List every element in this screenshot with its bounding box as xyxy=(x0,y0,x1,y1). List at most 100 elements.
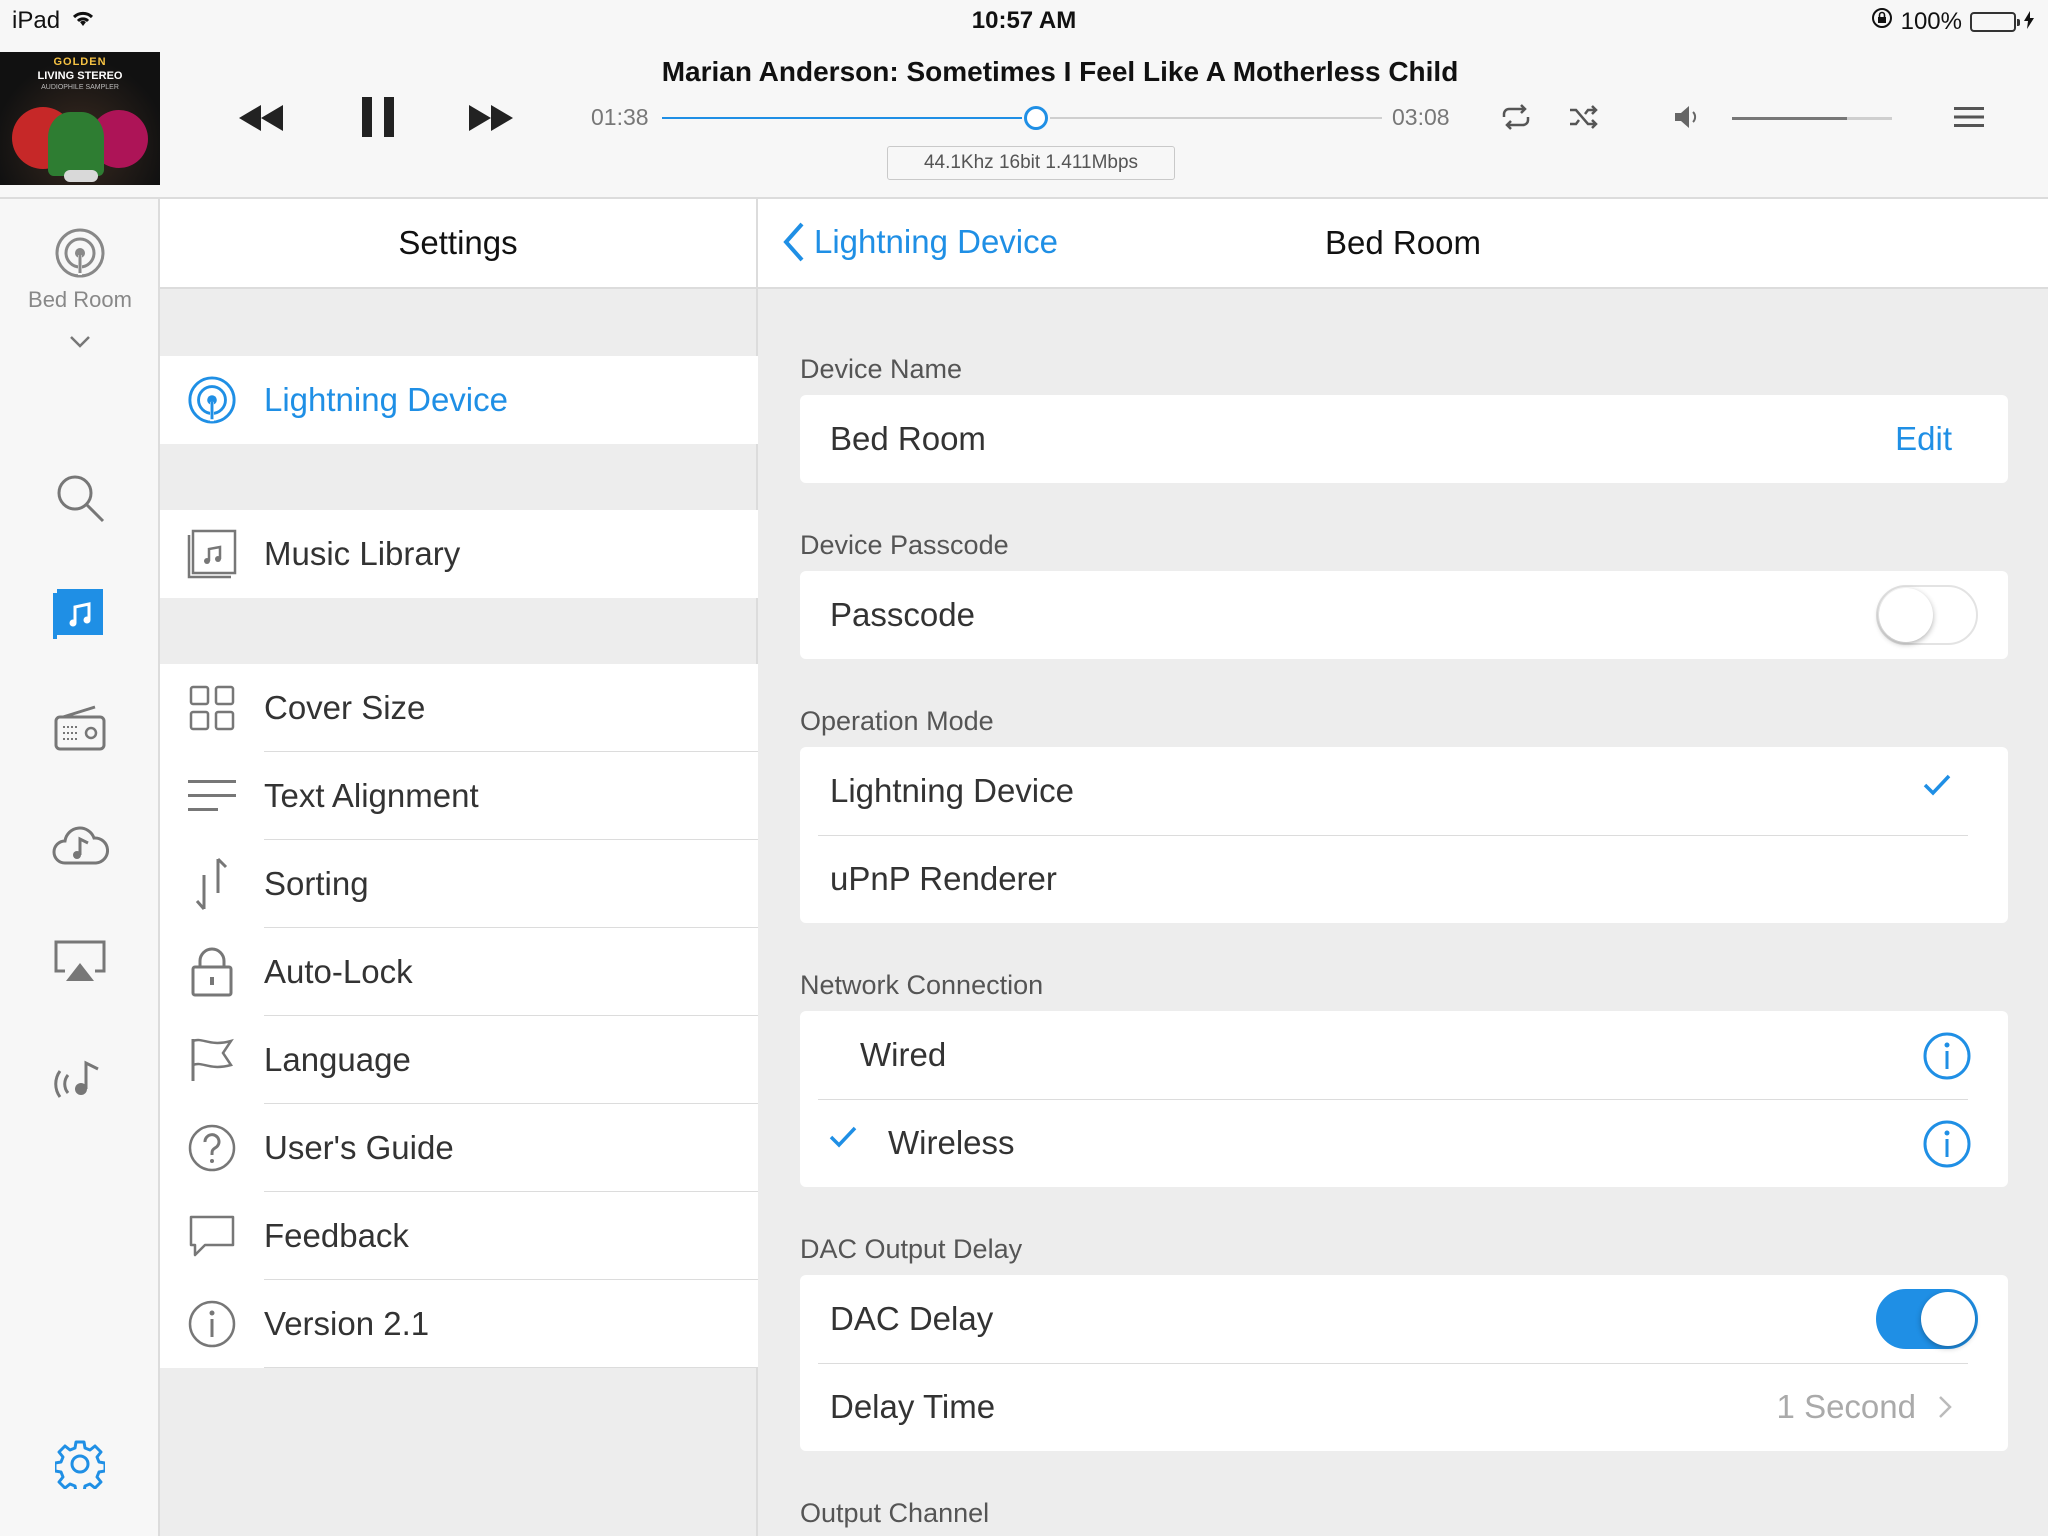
nav-settings[interactable] xyxy=(0,1439,160,1489)
settings-item-lightning-device[interactable]: Lightning Device xyxy=(160,356,758,444)
navigation-rail: Bed Room xyxy=(0,199,160,1536)
volume-button[interactable] xyxy=(1672,100,1702,134)
cloud-music-icon xyxy=(52,826,109,865)
settings-item-label: Music Library xyxy=(264,535,461,572)
settings-item-label: Version 2.1 xyxy=(264,1280,758,1368)
pause-icon xyxy=(362,97,394,137)
mode-option-label: uPnP Renderer xyxy=(830,860,1057,897)
network-card: Wired Wireless xyxy=(800,1011,2008,1187)
nav-search[interactable] xyxy=(0,471,160,525)
text-align-icon xyxy=(188,780,236,811)
shuffle-icon xyxy=(1570,105,1598,129)
section-output-channel: Output Channel xyxy=(800,1498,990,1528)
seek-handle[interactable] xyxy=(1024,106,1049,130)
album-cover-line3: AUDIOPHILE SAMPLER xyxy=(41,84,119,91)
nav-radio[interactable] xyxy=(0,705,160,753)
volume-slider[interactable] xyxy=(1732,117,1892,120)
info-icon[interactable] xyxy=(1922,1119,1972,1169)
duration-time: 03:08 xyxy=(1392,104,1450,130)
settings-item-sorting[interactable]: Sorting xyxy=(160,840,758,928)
album-cover[interactable]: GOLDEN LIVING STEREO AUDIOPHILE SAMPLER xyxy=(0,52,160,185)
settings-item-label: Lightning Device xyxy=(264,381,508,418)
settings-item-label: Text Alignment xyxy=(264,752,758,840)
section-network-connection: Network Connection xyxy=(800,970,1044,1000)
audio-quality-badge: 44.1Khz 16bit 1.411Mbps xyxy=(887,146,1175,180)
mode-option-lightning-device[interactable]: Lightning Device xyxy=(800,747,2008,835)
rewind-button[interactable] xyxy=(236,98,286,138)
back-button[interactable]: Lightning Device xyxy=(782,221,1058,263)
album-cover-line2: LIVING STEREO xyxy=(37,70,123,82)
stream-music-icon xyxy=(54,1060,99,1098)
room-dropdown-chevron[interactable] xyxy=(0,335,160,349)
passcode-toggle[interactable] xyxy=(1876,585,1978,645)
settings-item-label: Feedback xyxy=(264,1192,758,1280)
menu-button[interactable] xyxy=(1952,102,1986,132)
chat-bubble-icon xyxy=(189,1215,235,1257)
search-icon xyxy=(57,475,105,523)
battery-percent: 100% xyxy=(1900,7,1962,35)
info-icon[interactable] xyxy=(1922,1031,1972,1081)
chevron-right-icon xyxy=(1939,1396,1952,1418)
device-detail-panel: Bed Room Lightning Device Device Name Be… xyxy=(758,199,2048,1536)
music-library-icon xyxy=(187,529,237,579)
settings-item-users-guide[interactable]: User's Guide xyxy=(160,1104,758,1192)
album-cover-line1: GOLDEN xyxy=(53,56,107,68)
settings-item-label: Cover Size xyxy=(264,664,758,752)
passcode-label: Passcode xyxy=(830,596,975,633)
radio-icon xyxy=(54,705,106,751)
settings-item-music-library[interactable]: Music Library xyxy=(160,510,758,598)
edit-button[interactable]: Edit xyxy=(1895,420,1952,458)
room-label[interactable]: Bed Room xyxy=(0,287,160,313)
broadcast-icon xyxy=(188,376,236,424)
battery-icon xyxy=(1970,11,2020,32)
dac-delay-label: DAC Delay xyxy=(830,1300,994,1337)
delay-time-label: Delay Time xyxy=(830,1388,996,1425)
section-device-name: Device Name xyxy=(800,354,963,384)
device-name-value: Bed Room xyxy=(830,420,986,457)
sort-icon xyxy=(195,857,228,910)
settings-item-text-alignment[interactable]: Text Alignment xyxy=(160,752,758,840)
repeat-button[interactable] xyxy=(1498,100,1534,134)
room-selector[interactable] xyxy=(0,227,160,279)
gear-icon xyxy=(55,1440,105,1489)
nav-streaming[interactable] xyxy=(0,1055,160,1101)
info-icon xyxy=(188,1300,236,1348)
seek-slider[interactable] xyxy=(662,106,1382,130)
device-name-card: Bed Room Edit xyxy=(800,395,2008,483)
elapsed-time: 01:38 xyxy=(591,104,649,130)
nav-cloud-music[interactable] xyxy=(0,823,160,869)
clock: 10:57 AM xyxy=(971,7,1077,34)
section-device-passcode: Device Passcode xyxy=(800,530,1009,560)
track-title: Marian Anderson: Sometimes I Feel Like A… xyxy=(661,56,1459,87)
grid-icon xyxy=(189,685,235,731)
nav-airplay[interactable] xyxy=(0,939,160,983)
settings-item-cover-size[interactable]: Cover Size xyxy=(160,664,758,752)
section-operation-mode: Operation Mode xyxy=(800,706,994,736)
settings-item-auto-lock[interactable]: Auto-Lock xyxy=(160,928,758,1016)
nav-music-library[interactable] xyxy=(0,587,160,641)
dac-delay-toggle[interactable] xyxy=(1876,1289,1978,1349)
music-library-icon xyxy=(53,589,103,639)
settings-item-feedback[interactable]: Feedback xyxy=(160,1192,758,1280)
network-option-wireless[interactable]: Wireless xyxy=(800,1099,2008,1187)
settings-title: Settings xyxy=(160,199,756,289)
mode-option-upnp-renderer[interactable]: uPnP Renderer xyxy=(800,835,2008,923)
pause-button[interactable] xyxy=(358,94,398,140)
fast-forward-button[interactable] xyxy=(466,98,516,138)
settings-item-language[interactable]: Language xyxy=(160,1016,758,1104)
network-option-wired[interactable]: Wired xyxy=(800,1011,2008,1099)
mode-option-label: Lightning Device xyxy=(830,772,1074,809)
chevron-left-icon xyxy=(783,222,804,262)
delay-time-row[interactable]: Delay Time 1 Second xyxy=(800,1363,2008,1451)
settings-item-version: Version 2.1 xyxy=(160,1280,758,1368)
checkmark-icon xyxy=(1923,774,1951,796)
dac-card: DAC Delay Delay Time 1 Second xyxy=(800,1275,2008,1451)
chevron-down-icon xyxy=(70,336,90,348)
checkmark-icon xyxy=(829,1126,857,1148)
shuffle-button[interactable] xyxy=(1566,100,1602,134)
network-option-label: Wireless xyxy=(888,1124,1015,1161)
settings-item-label: Language xyxy=(264,1016,758,1104)
flag-icon xyxy=(191,1038,234,1081)
status-bar: iPad 10:57 AM 100% xyxy=(0,0,2048,42)
settings-item-label: Auto-Lock xyxy=(264,928,758,1016)
